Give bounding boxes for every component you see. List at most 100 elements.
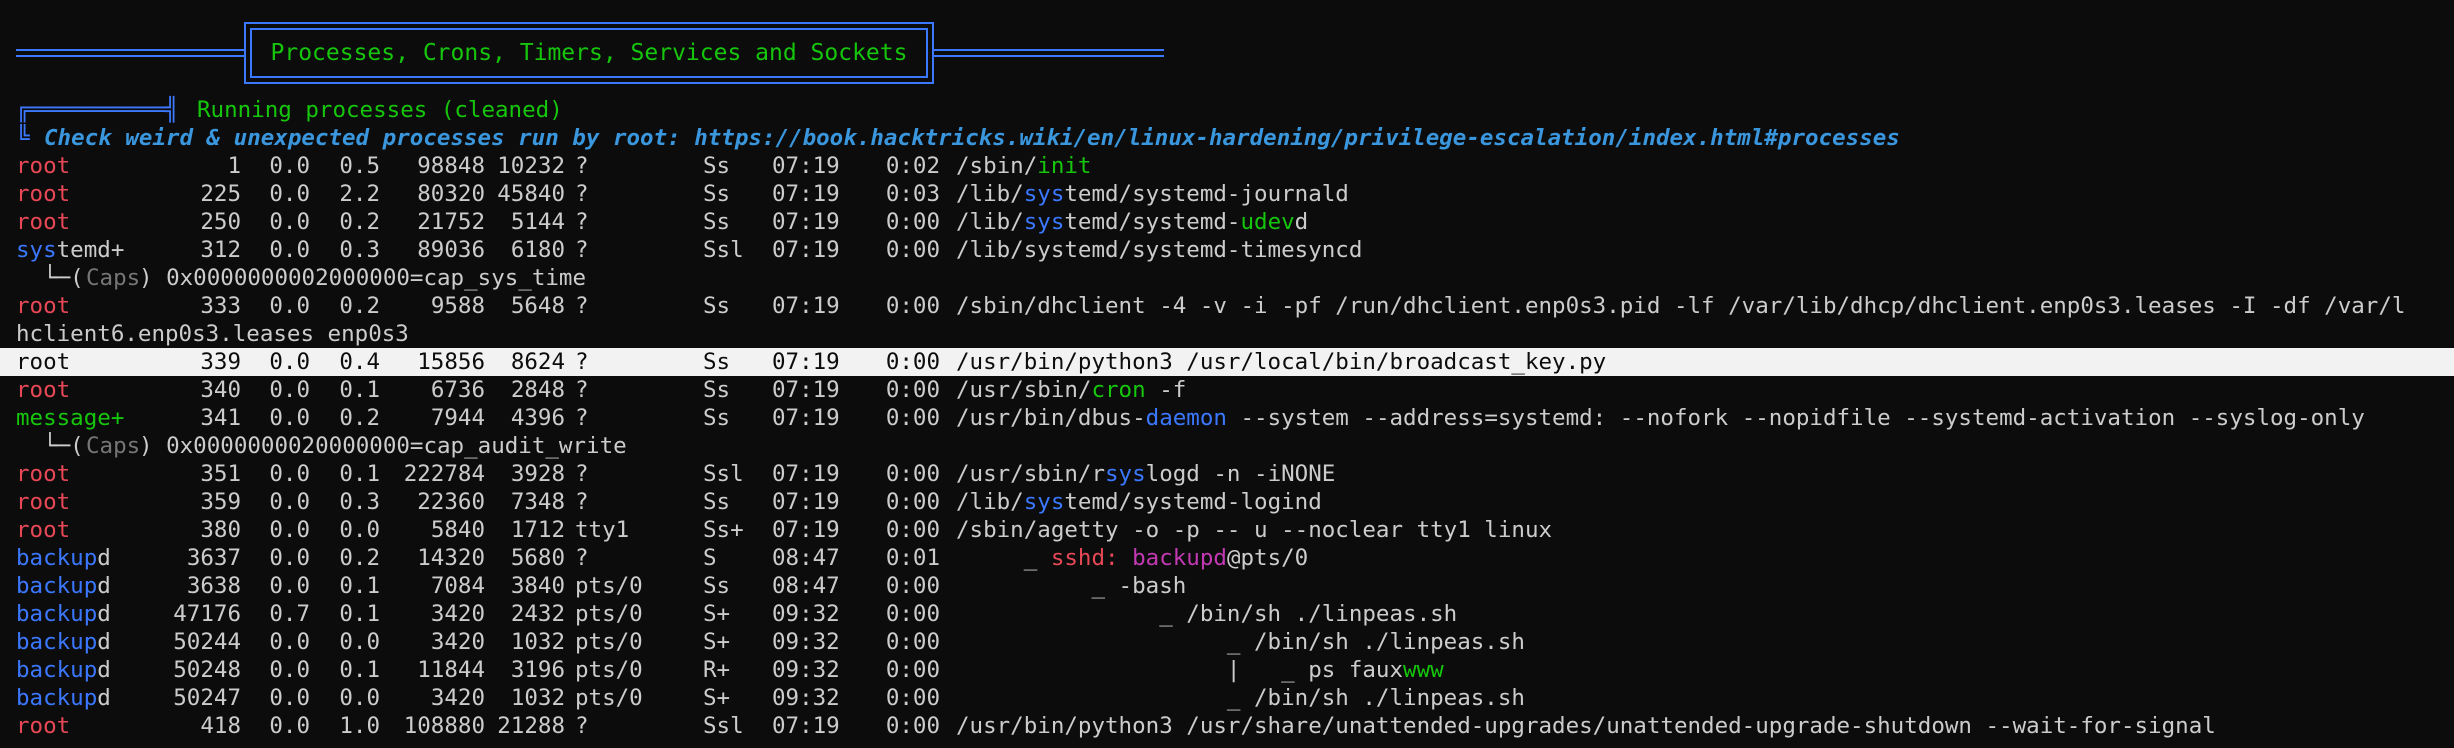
section-hint[interactable]: Check weird & unexpected processes run b… xyxy=(44,124,1900,152)
process-rss: 5648 xyxy=(510,293,565,319)
process-rss: 1032 xyxy=(510,629,565,655)
process-rss: 2432 xyxy=(510,601,565,627)
command-part: @pts/0 xyxy=(1226,545,1309,571)
process-user: root xyxy=(16,461,71,487)
process-user-part: d xyxy=(97,573,111,599)
process-command: /sbin/agetty -o -p -- u --noclear tty1 l… xyxy=(956,516,1552,544)
process-time: 0:00 xyxy=(885,377,940,403)
process-time: 0:00 xyxy=(885,573,940,599)
process-start: 09:32 xyxy=(772,657,840,683)
command-part: temd/systemd-logind xyxy=(1064,489,1322,515)
terminal-window[interactable]: Processes, Crons, Timers, Services and S… xyxy=(0,0,2454,748)
banner-rule-left xyxy=(16,49,244,51)
process-mem: 0.2 xyxy=(339,545,380,571)
process-vsz: 7944 xyxy=(430,405,485,431)
command-part: /sbin/dhclient -4 -v -i -pf /run/dhclien… xyxy=(956,293,2406,319)
process-rss: 1032 xyxy=(510,685,565,711)
process-stat: S+ xyxy=(703,629,731,655)
command-part: _ /bin/sh ./linpeas.sh xyxy=(956,685,1525,711)
process-time: 0:00 xyxy=(885,405,940,431)
process-rss: 45840 xyxy=(497,181,565,207)
command-part: init xyxy=(1037,153,1092,179)
process-user-part: temd+ xyxy=(56,237,125,263)
process-pid: 250 xyxy=(200,209,241,235)
process-pid: 47176 xyxy=(173,601,241,627)
process-vsz: 80320 xyxy=(417,181,485,207)
process-user: backupd xyxy=(16,544,111,572)
command-part: udev xyxy=(1240,209,1295,235)
process-start: 07:19 xyxy=(772,377,840,403)
process-pid: 418 xyxy=(200,713,241,739)
process-cpu: 0.0 xyxy=(269,517,310,543)
process-tty: ? xyxy=(575,713,589,739)
command-part: cron xyxy=(1091,377,1146,403)
process-user: root xyxy=(16,181,71,207)
process-vsz: 3420 xyxy=(430,601,485,627)
process-mem: 0.2 xyxy=(339,209,380,235)
command-part: temd/systemd-journald xyxy=(1064,181,1349,207)
process-mem: 0.2 xyxy=(339,293,380,319)
command-part: /lib/systemd/systemd-timesyncd xyxy=(956,237,1363,263)
command-part: sys xyxy=(1023,181,1065,207)
process-user-part: d xyxy=(97,685,111,711)
process-stat: Ssl xyxy=(703,461,744,487)
process-pid: 3638 xyxy=(186,573,241,599)
banner-title: Processes, Crons, Timers, Services and S… xyxy=(250,28,928,78)
process-rss: 1712 xyxy=(510,517,565,543)
command-part: sys xyxy=(1023,489,1065,515)
command-part: _ xyxy=(956,545,1051,571)
process-cpu: 0.0 xyxy=(269,377,310,403)
command-part: backupd xyxy=(1132,545,1227,571)
process-cpu: 0.0 xyxy=(269,461,310,487)
process-user: backupd xyxy=(16,684,111,712)
process-start: 08:47 xyxy=(772,573,840,599)
process-start: 09:32 xyxy=(772,629,840,655)
process-user-part: backup xyxy=(16,545,98,571)
process-mem: 0.5 xyxy=(339,153,380,179)
process-command: /lib/systemd/systemd-timesyncd xyxy=(956,236,1362,264)
process-start: 08:47 xyxy=(772,545,840,571)
process-time: 0:01 xyxy=(885,545,940,571)
process-command: | _ ps fauxwww xyxy=(956,656,1444,684)
command-part: _ /bin/sh ./linpeas.sh xyxy=(956,601,1458,627)
command-part: | _ ps faux xyxy=(956,657,1404,683)
process-vsz: 108880 xyxy=(403,713,485,739)
process-user: root xyxy=(16,713,71,739)
process-mem: 0.1 xyxy=(339,461,380,487)
process-user-part: backup xyxy=(16,573,98,599)
process-stat: Ssl xyxy=(703,237,744,263)
process-time: 0:00 xyxy=(885,713,940,739)
process-time: 0:00 xyxy=(885,237,940,263)
process-mem: 0.4 xyxy=(339,349,380,375)
process-rss: 6180 xyxy=(510,237,565,263)
command-part: /usr/sbin/r xyxy=(956,461,1106,487)
process-stat: Ss+ xyxy=(703,517,744,543)
process-user-part: backup xyxy=(16,629,98,655)
process-cpu: 0.0 xyxy=(269,405,310,431)
process-cpu: 0.0 xyxy=(269,153,310,179)
process-pid: 359 xyxy=(200,489,241,515)
process-start: 07:19 xyxy=(772,181,840,207)
process-mem: 0.0 xyxy=(339,685,380,711)
caps-prefix: └─( xyxy=(16,265,84,291)
command-part xyxy=(1119,545,1133,571)
process-stat: S+ xyxy=(703,601,731,627)
process-user: root xyxy=(16,489,71,515)
command-part: temd/systemd- xyxy=(1064,209,1241,235)
process-time: 0:00 xyxy=(885,293,940,319)
process-tty: pts/0 xyxy=(575,629,643,655)
process-rss: 3196 xyxy=(510,657,565,683)
command-part: _ -bash xyxy=(956,573,1187,599)
process-command: /usr/sbin/rsyslogd -n -iNONE xyxy=(956,460,1335,488)
section-title: Running processes (cleaned) xyxy=(197,97,563,123)
process-vsz: 3420 xyxy=(430,685,485,711)
banner-rule-left-2 xyxy=(16,55,244,57)
process-pid: 50247 xyxy=(173,685,241,711)
process-stat: S xyxy=(703,545,717,571)
process-stat: Ss xyxy=(703,349,731,375)
process-stat: Ss xyxy=(703,293,731,319)
process-start: 07:19 xyxy=(772,237,840,263)
process-stat: Ss xyxy=(703,489,731,515)
process-user: root xyxy=(16,377,71,403)
process-tty: ? xyxy=(575,489,589,515)
